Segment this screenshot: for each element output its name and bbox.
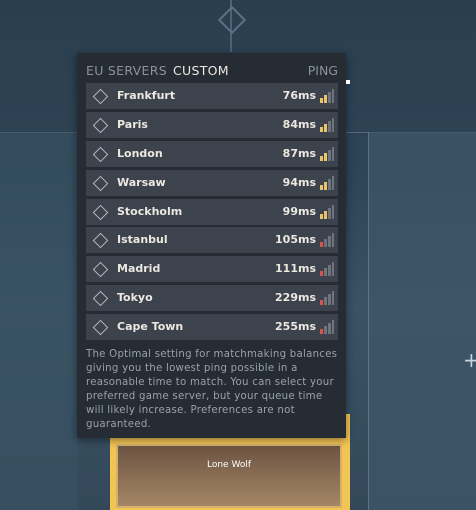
server-name: London (117, 146, 163, 160)
server-name: Madrid (117, 262, 161, 276)
server-ping: 94ms (282, 175, 316, 189)
add-plus-icon[interactable]: + (463, 348, 476, 372)
server-checkbox-icon[interactable] (92, 175, 109, 191)
mode-card-label: Lone Wolf (206, 460, 251, 470)
server-row[interactable]: Frankfurt 76ms (86, 83, 338, 109)
ping-column-header: PING (307, 63, 338, 78)
signal-bar (320, 98, 323, 103)
server-row[interactable]: Stockholm 99ms (86, 198, 338, 225)
signal-bar (332, 320, 334, 335)
server-name: Warsaw (117, 175, 166, 189)
background-panel-left (0, 132, 78, 510)
server-name: Cape Town (117, 320, 184, 334)
server-ping: 105ms (275, 233, 316, 247)
server-checkbox-icon[interactable] (92, 88, 109, 105)
signal-bar (332, 117, 334, 132)
tab-custom[interactable]: CUSTOM (173, 63, 229, 78)
signal-strength-icon (320, 146, 334, 161)
server-checkbox-icon[interactable] (92, 117, 109, 134)
background-panel-right (368, 132, 476, 510)
signal-bar (328, 294, 331, 306)
signal-bar (324, 268, 327, 277)
signal-strength-icon (320, 320, 334, 335)
server-checkbox-icon[interactable] (92, 233, 109, 249)
popup-header: EU SERVERS CUSTOM PING (86, 63, 338, 81)
signal-bar (332, 175, 334, 190)
signal-bar (332, 146, 334, 161)
tab-eu-servers[interactable]: EU SERVERS (86, 63, 167, 78)
server-name: Istanbul (117, 233, 168, 247)
server-ping: 87ms (282, 146, 316, 160)
signal-bar (332, 89, 334, 103)
signal-bar (320, 271, 323, 277)
signal-bar (324, 210, 327, 219)
server-name: Tokyo (117, 291, 153, 305)
server-name: Frankfurt (117, 89, 176, 102)
server-checkbox-icon[interactable] (92, 204, 109, 220)
server-name: Stockholm (117, 204, 183, 218)
signal-bar (320, 213, 323, 219)
server-row[interactable]: Madrid 111ms (86, 256, 338, 283)
signal-bar (324, 123, 327, 132)
signal-strength-icon (320, 204, 334, 219)
signal-bar (324, 181, 327, 190)
signal-strength-icon (320, 262, 334, 277)
signal-bar (328, 323, 331, 335)
signal-bar (324, 95, 327, 103)
signal-bar (328, 236, 331, 248)
signal-bar (320, 155, 323, 161)
signal-bar (320, 329, 323, 335)
signal-bar (320, 242, 323, 248)
signal-bar (324, 152, 327, 161)
signal-bar (332, 291, 334, 306)
server-row[interactable]: Warsaw 94ms (86, 169, 338, 196)
signal-bar (328, 265, 331, 277)
signal-bar (320, 126, 323, 132)
signal-strength-icon (320, 175, 334, 190)
signal-bar (328, 178, 331, 190)
server-ping: 99ms (282, 204, 316, 218)
signal-bar (332, 262, 334, 277)
server-ping: 76ms (282, 89, 316, 102)
server-checkbox-icon[interactable] (92, 146, 109, 163)
signal-strength-icon (320, 117, 334, 132)
matchmaking-description: The Optimal setting for matchmaking bala… (86, 349, 338, 430)
popup-corner-marker (346, 80, 350, 84)
server-row[interactable]: Tokyo 229ms (86, 285, 338, 312)
server-checkbox-icon[interactable] (92, 290, 109, 307)
server-ping: 84ms (282, 117, 316, 131)
server-name: Paris (117, 117, 148, 131)
server-row[interactable]: Cape Town 255ms (86, 314, 338, 341)
server-ping: 255ms (275, 320, 316, 334)
server-list: Frankfurt 76ms Paris 84ms London 87ms Warsaw 94… (86, 83, 338, 343)
server-ping: 111ms (275, 262, 316, 276)
mode-card-image: Lone Wolf (116, 444, 342, 508)
signal-bar (324, 297, 327, 306)
signal-strength-icon (320, 89, 334, 103)
signal-bar (328, 207, 331, 219)
server-checkbox-icon[interactable] (92, 319, 109, 336)
signal-bar (328, 149, 331, 161)
signal-strength-icon (320, 233, 334, 248)
server-row[interactable]: Istanbul 105ms (86, 227, 338, 254)
server-checkbox-icon[interactable] (92, 262, 109, 278)
signal-bar (328, 92, 331, 103)
signal-bar (328, 120, 331, 132)
signal-bar (320, 184, 323, 190)
signal-strength-icon (320, 291, 334, 306)
server-preference-popup: EU SERVERS CUSTOM PING Frankfurt 76ms Pari… (77, 53, 346, 438)
server-row[interactable]: London 87ms (86, 140, 338, 167)
server-row[interactable]: Paris 84ms (86, 111, 338, 138)
signal-bar (324, 239, 327, 248)
signal-bar (332, 204, 334, 219)
signal-bar (324, 326, 327, 335)
signal-bar (320, 300, 323, 306)
signal-bar (332, 233, 334, 248)
background-diamond-icon (217, 5, 247, 35)
server-ping: 229ms (275, 291, 316, 305)
